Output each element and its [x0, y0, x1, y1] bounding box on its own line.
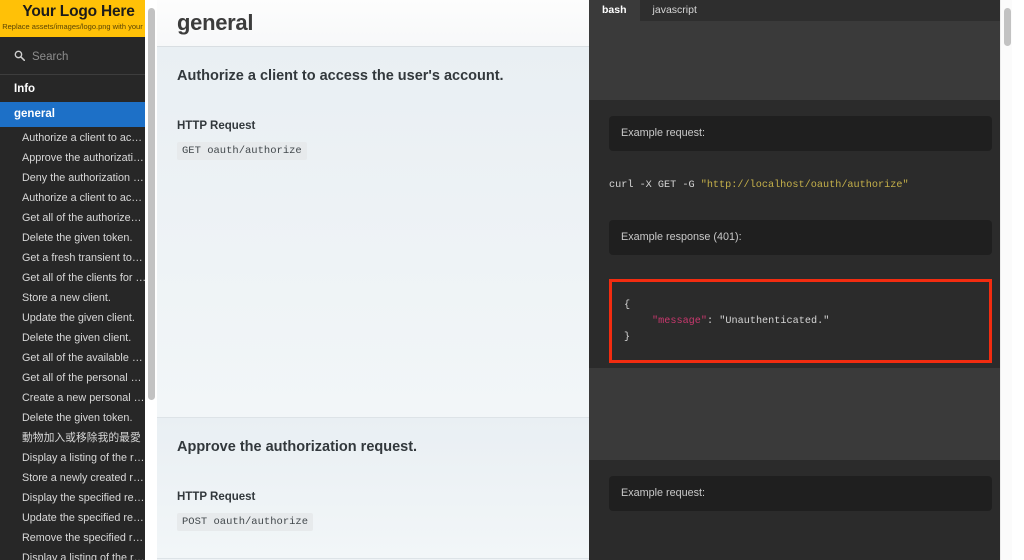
code-panel-spacer	[589, 21, 1012, 100]
list-item[interactable]: Deny the authorization request.	[0, 169, 157, 189]
list-item[interactable]: Get a fresh transient token c...	[0, 249, 157, 269]
logo-title: Your Logo Here	[22, 3, 135, 20]
list-item[interactable]: Get all of the authorized toke...	[0, 209, 157, 229]
example-response-note: Example response (401):	[609, 220, 992, 255]
doc-section-authorize: Authorize a client to access the user's …	[157, 47, 589, 418]
logo-subtitle: Replace assets/images/logo.png with your…	[2, 22, 155, 31]
curl-command-prefix: curl -X GET -G	[609, 180, 701, 191]
list-item[interactable]: Display the specified resource.	[0, 489, 157, 509]
sidebar-section-info: Info	[14, 83, 36, 95]
tab-javascript[interactable]: javascript	[640, 0, 710, 21]
json-open-brace: {	[624, 300, 631, 311]
list-item[interactable]: Display a listing of the resour...	[0, 449, 157, 469]
list-item[interactable]: Create a new personal acces...	[0, 389, 157, 409]
section-title: Approve the authorization request.	[177, 439, 418, 455]
list-item[interactable]: Delete the given token.	[0, 409, 157, 429]
page-scrollbar[interactable]	[1000, 0, 1012, 560]
list-item[interactable]: Get all of the personal acces...	[0, 369, 157, 389]
sidebar-scrollbar[interactable]	[145, 0, 157, 560]
list-item[interactable]: Update the given client.	[0, 309, 157, 329]
endpoint-chip: GET oauth/authorize	[177, 142, 307, 160]
main-content: general Authorize a client to access the…	[157, 0, 589, 560]
example-request-note: Example request:	[609, 476, 992, 511]
code-block-authorize: Example request: curl -X GET -G "http://…	[589, 100, 1012, 368]
json-close-brace: }	[624, 332, 631, 343]
sidebar-item-general[interactable]: general	[0, 102, 157, 127]
list-item[interactable]: Authorize a client to access t...	[0, 129, 157, 149]
curl-command-url: "http://localhost/oauth/authorize"	[700, 180, 909, 191]
logo-banner[interactable]: Your Logo Here Replace assets/images/log…	[0, 0, 157, 37]
http-request-label: HTTP Request	[177, 120, 256, 132]
json-key-message: "message"	[652, 316, 708, 327]
list-item[interactable]: Update the specified resourc...	[0, 509, 157, 529]
search-icon	[14, 48, 26, 66]
list-item[interactable]: Authorize a client to access t...	[0, 189, 157, 209]
code-panel: bash javascript Example request: curl -X…	[589, 0, 1012, 560]
search-box[interactable]	[0, 37, 157, 75]
code-block-approve: Example request:	[589, 460, 1012, 560]
response-json: { "message": "Unauthenticated." }	[624, 298, 977, 346]
list-item[interactable]: 動物加入或移除我的最愛	[0, 429, 157, 449]
list-item[interactable]: Approve the authorization re...	[0, 149, 157, 169]
doc-section-approve: Approve the authorization request. HTTP …	[157, 418, 589, 559]
list-item[interactable]: Delete the given client.	[0, 329, 157, 349]
code-panel-spacer-2	[589, 368, 1012, 460]
page-scroll-thumb[interactable]	[1003, 8, 1011, 46]
sidebar-scroll-thumb[interactable]	[147, 8, 155, 400]
tab-bash[interactable]: bash	[589, 0, 640, 21]
list-item[interactable]: Get all of the clients for the a...	[0, 269, 157, 289]
json-separator: :	[707, 316, 720, 327]
section-title: Authorize a client to access the user's …	[177, 68, 504, 84]
code-tabbar: bash javascript	[589, 0, 1012, 21]
list-item[interactable]: Remove the specified resour...	[0, 529, 157, 549]
json-value-message: "Unauthenticated."	[719, 316, 830, 327]
list-item[interactable]: Display a listing of the resour...	[0, 549, 157, 560]
example-request-note: Example request:	[609, 116, 992, 151]
page-title: general	[177, 10, 254, 35]
response-json-highlight: { "message": "Unauthenticated." }	[609, 279, 992, 363]
curl-command[interactable]: curl -X GET -G "http://localhost/oauth/a…	[609, 178, 992, 193]
list-item[interactable]: Store a new client.	[0, 289, 157, 309]
search-input[interactable]	[32, 51, 142, 63]
http-request-label: HTTP Request	[177, 491, 256, 503]
list-item[interactable]: Delete the given token.	[0, 229, 157, 249]
content-header: general	[157, 0, 589, 47]
endpoint-chip: POST oauth/authorize	[177, 513, 314, 531]
list-item[interactable]: Store a newly created resour...	[0, 469, 157, 489]
sidebar-nav-list: Authorize a client to access t... Approv…	[0, 127, 157, 560]
app-root: Your Logo Here Replace assets/images/log…	[0, 0, 1024, 560]
sidebar: Your Logo Here Replace assets/images/log…	[0, 0, 157, 560]
list-item[interactable]: Get all of the available scope...	[0, 349, 157, 369]
